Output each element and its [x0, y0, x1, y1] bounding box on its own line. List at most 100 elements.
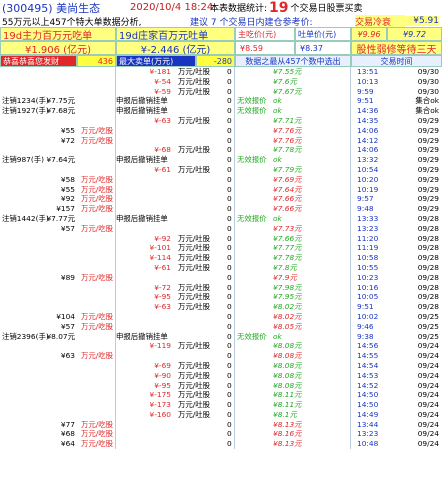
zero-value: 0 [227, 282, 232, 292]
sell-column-title: 最大卖单(万元) [116, 55, 196, 67]
mid-cell: 0 无效报价 ok [227, 96, 351, 107]
table-row[interactable]: ¥-63 万元/吐股 0 ¥7.71元 14:35 09/29 [0, 115, 442, 126]
table-row[interactable]: ¥57 万元/吃股 0 ¥8.05元 9:46 09/25 [0, 321, 442, 332]
time-cell: 13:44 09/24 [351, 420, 442, 430]
time-cell: 9:38 09/25 [351, 332, 442, 342]
table-row[interactable]: ¥77 万元/吃股 0 ¥8.13元 13:44 09/24 [0, 419, 442, 430]
main-sell-value: ¥-2.446 (亿元) [116, 41, 235, 56]
mid-cell: 0 ¥7.79元 [227, 164, 351, 175]
trade-table: ¥-181 万元/吐股 0 ¥7.55元 13:51 09/30 ¥-54 万元/吐股 0 ¥7.… [0, 67, 442, 450]
sell-unit: 万元/吐股 [178, 164, 211, 174]
trade-date: 09/28 [417, 292, 439, 302]
table-row[interactable]: ¥-54 万元/吐股 0 ¥7.6元 10:13 09/30 [0, 76, 442, 87]
sell-unit: 万元/吐股 [178, 253, 211, 263]
stat-suffix: 个交易日股票买卖 [290, 4, 363, 14]
table-row[interactable]: ¥-90 万元/吐股 0 ¥8.08元 14:53 09/24 [0, 370, 442, 381]
table-row[interactable]: ¥-72 万元/吐股 0 ¥7.98元 10:16 09/28 [0, 282, 442, 293]
sell-value: ¥-63 [154, 302, 171, 312]
zero-value: 0 [227, 390, 232, 400]
table-row[interactable]: ¥-59 万元/吐股 0 ¥7.67元 9:59 09/30 [0, 86, 442, 97]
trade-date: 09/24 [417, 360, 439, 370]
table-row[interactable]: ¥157 万元/吃股 0 ¥7.66元 9:48 09/29 [0, 204, 442, 214]
table-row[interactable]: ¥-160 万元/吐股 0 ¥8.1元 14:49 09/24 [0, 409, 442, 420]
buy-cell: ¥58 万元/吃股 [0, 174, 116, 185]
table-row[interactable]: ¥-61 万元/吐股 0 ¥7.79元 10:54 09/29 [0, 164, 442, 175]
sell-value: ¥-68 [154, 145, 171, 155]
sell-cell [116, 272, 235, 283]
table-row[interactable]: ¥-69 万元/吐股 0 ¥8.08元 14:54 09/24 [0, 360, 442, 371]
table-row[interactable]: ¥-95 万元/吐股 0 ¥7.95元 10:05 09/28 [0, 292, 442, 303]
trade-date: 09/25 [417, 331, 439, 341]
table-row[interactable]: ¥-173 万元/吐股 0 ¥8.11元 14:50 09/24 [0, 400, 442, 410]
zero-value: 0 [227, 321, 232, 331]
price-value: ¥7.66元 [273, 204, 302, 214]
cancel-note: 申报后撤销挂单 [116, 331, 168, 341]
sell-cell: ¥-114 万元/吐股 [116, 253, 235, 263]
high-price-1: ¥9.96 [351, 27, 387, 41]
table-row[interactable]: ¥57 万元/吃股 0 ¥7.73元 13:23 09/28 [0, 223, 442, 234]
table-row[interactable]: ¥-175 万元/吐股 0 ¥8.11元 14:50 09/24 [0, 390, 442, 401]
table-row[interactable]: ¥-119 万元/吐股 0 ¥8.08元 14:56 09/24 [0, 341, 442, 352]
zero-value: 0 [227, 253, 232, 263]
table-row[interactable]: 注销1234(手) ¥7.75元 申报后撤销挂单 0 无效报价 ok 9:51 集合ok [0, 96, 442, 107]
mid-cell: 0 ¥8.13元 [227, 439, 351, 450]
buy-cell: 注销2396(手) ¥8.07元 [0, 331, 116, 342]
zero-value: 0 [227, 184, 232, 194]
table-row[interactable]: 注销2396(手) ¥8.07元 申报后撤销挂单 0 无效报价 ok 9:38 09/25 [0, 331, 442, 342]
price-value: ¥7.77元 [273, 243, 302, 253]
mid-cell: 0 ¥7.66元 [227, 204, 351, 214]
table-row[interactable]: ¥72 万元/吃股 0 ¥7.76元 14:12 09/29 [0, 135, 442, 146]
trade-date: 09/29 [417, 155, 439, 165]
trade-time: 10:19 [357, 184, 379, 194]
mid-cell: 0 ¥8.08元 [227, 370, 351, 381]
table-row[interactable]: ¥-181 万元/吐股 0 ¥7.55元 13:51 09/30 [0, 67, 442, 77]
trade-time: 10:55 [357, 262, 379, 272]
buy-cell [0, 233, 116, 244]
zero-value: 0 [227, 400, 232, 410]
table-row[interactable]: 注销1442(手) ¥7.77元 申报后撤销挂单 0 无效报价 ok 13:33 09/28 [0, 213, 442, 224]
table-row[interactable]: ¥-68 万元/吐股 0 ¥7.78元 14:06 09/29 [0, 145, 442, 156]
trade-date: 集合ok [415, 96, 439, 106]
buy-value: ¥64 [60, 439, 75, 449]
table-row[interactable]: ¥58 万元/吃股 0 ¥7.69元 10:20 09/29 [0, 174, 442, 185]
price-value: ¥7.73元 [273, 223, 302, 233]
buy-cell: ¥77 万元/吃股 [0, 419, 116, 430]
table-row[interactable]: ¥55 万元/吃股 0 ¥7.64元 10:19 09/29 [0, 184, 442, 195]
zero-value: 0 [227, 302, 232, 312]
table-row[interactable]: ¥-114 万元/吐股 0 ¥7.78元 10:58 09/28 [0, 253, 442, 263]
table-row[interactable]: ¥-95 万元/吐股 0 ¥8.08元 14:52 09/24 [0, 380, 442, 391]
mid-cell: 0 ¥7.66元 [227, 233, 351, 244]
main-buy-value: ¥1.906 (亿元) [0, 41, 116, 56]
sell-cell [116, 429, 235, 440]
buy-cell [0, 145, 116, 156]
trade-time: 14:49 [357, 409, 379, 419]
table-row[interactable]: ¥-101 万元/吐股 0 ¥7.77元 11:19 09/28 [0, 243, 442, 254]
table-row[interactable]: ¥-61 万元/吐股 0 ¥7.8元 10:55 09/28 [0, 262, 442, 273]
table-row[interactable]: 注销987(手) ¥7.64元 申报后撤销挂单 0 无效报价 ok 13:32 09/29 [0, 155, 442, 165]
table-row[interactable]: ¥-63 万元/吐股 0 ¥8.02元 9:51 09/28 [0, 302, 442, 312]
table-row[interactable]: 注销1927(手) ¥7.68元 申报后撤销挂单 0 无效报价 ok 14:36 集合ok [0, 106, 442, 116]
mid-cell: 0 无效报价 ok [227, 331, 351, 342]
cancel-label: 注销987(手) [2, 155, 45, 165]
table-row[interactable]: ¥55 万元/吃股 0 ¥7.76元 14:06 09/29 [0, 125, 442, 136]
table-row[interactable]: ¥92 万元/吃股 0 ¥7.66元 9:57 09/29 [0, 194, 442, 205]
trade-time: 10:54 [357, 164, 379, 174]
zero-value: 0 [227, 341, 232, 351]
sell-cell: ¥-63 万元/吐股 [116, 115, 235, 126]
trade-date: 09/29 [417, 115, 439, 125]
table-row[interactable]: ¥-92 万元/吐股 0 ¥7.66元 11:20 09/28 [0, 233, 442, 244]
trade-time: 14:12 [357, 135, 379, 145]
time-cell: 10:05 09/28 [351, 292, 442, 302]
sell-unit: 万元/吐股 [178, 390, 211, 400]
table-row[interactable]: ¥89 万元/吃股 0 ¥7.9元 10:23 09/28 [0, 272, 442, 283]
price-value: ¥7.78元 [273, 253, 302, 263]
table-row[interactable]: ¥64 万元/吃股 0 ¥8.13元 10:48 09/24 [0, 439, 442, 450]
table-row[interactable]: ¥63 万元/吃股 0 ¥8.08元 14:55 09/24 [0, 351, 442, 361]
table-row[interactable]: ¥104 万元/吃股 0 ¥8.02元 10:02 09/25 [0, 311, 442, 322]
price-value: ¥7.8元 [273, 262, 297, 272]
trade-date: 09/24 [417, 380, 439, 390]
time-cell: 10:20 09/29 [351, 175, 442, 185]
buy-cell: ¥57 万元/吃股 [0, 321, 116, 332]
table-row[interactable]: ¥68 万元/吃股 0 ¥8.16元 13:23 09/24 [0, 429, 442, 440]
sell-value: ¥-61 [154, 262, 171, 272]
